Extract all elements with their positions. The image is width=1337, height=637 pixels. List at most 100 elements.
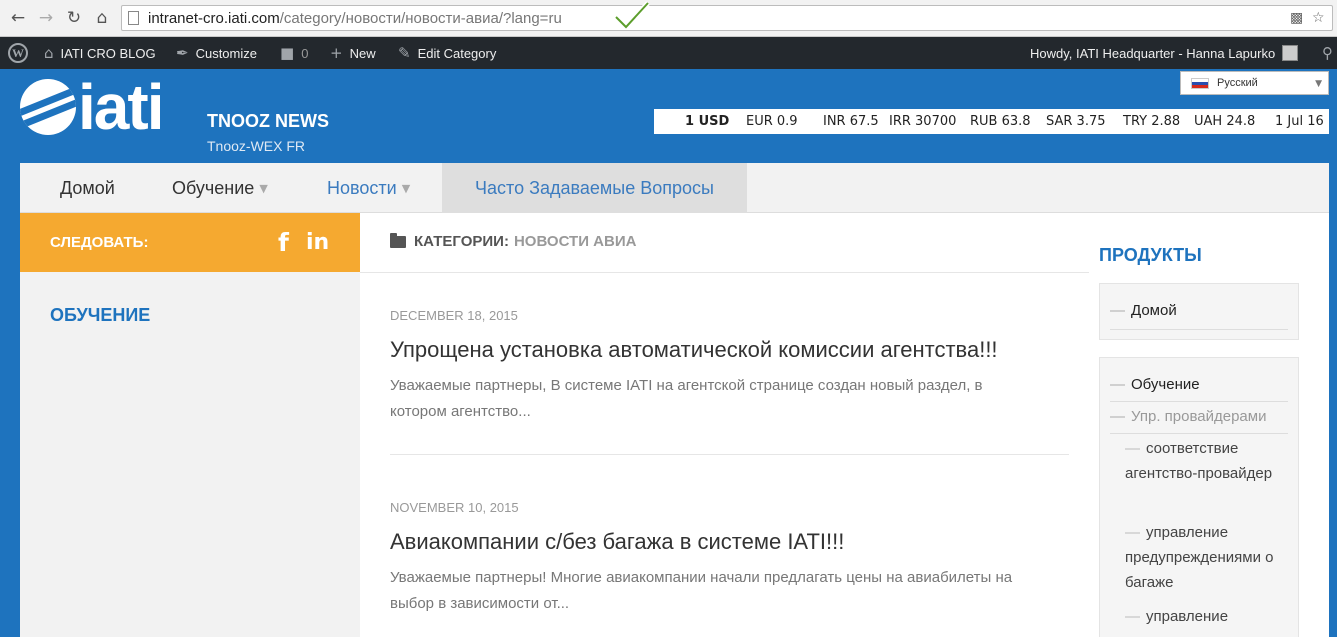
post-date: NOVEMBER 10, 2015 [390,500,519,515]
bookmark-star-icon[interactable]: ☆ [1312,10,1325,26]
products-widget: — Домой [1099,283,1299,340]
reload-icon[interactable]: ↻ [62,6,86,30]
widget-item-providers[interactable]: — Упр. провайдерами [1110,408,1266,425]
chevron-down-icon: ▼ [259,181,268,195]
widget-item-training[interactable]: — Обучение [1110,376,1200,393]
menu-item-faq[interactable]: Часто Задаваемые Вопросы [442,163,747,213]
site-name-button[interactable]: ⌂ IATI CRO BLOG [44,37,156,69]
post-date: DECEMBER 18, 2015 [390,308,518,323]
address-bar[interactable]: intranet-cro.iati.com/category/новости/н… [121,1,1333,31]
divider [1110,329,1288,330]
menu-label: Домой [60,177,115,198]
comment-icon: ■ [280,44,295,62]
menu-label: Обучение [172,177,255,198]
my-account-button[interactable]: Howdy, IATI Headquarter - Hanna Lapurko [1030,37,1299,69]
edit-category-button[interactable]: ✎ Edit Category [398,37,496,69]
widget-subitem[interactable]: — управление [1125,604,1285,629]
ticker-item: UAH 24.8 [1194,114,1256,129]
widget-item-label: Упр. провайдерами [1131,408,1267,425]
wordpress-icon: W [8,43,28,63]
widget-subitem-label: соответствие агентство-провайдер [1125,440,1273,482]
chevron-down-icon: ▼ [1315,79,1322,89]
content-area: СЛЕДОВАТЬ: f in ОБУЧЕНИЕ КАТЕГОРИИ: НОВО… [20,213,1329,637]
brush-icon: ✒ [176,44,189,62]
widget-subitem[interactable]: — соответствие агентство-провайдер [1125,436,1285,486]
site-title[interactable]: TNOOZ NEWS [207,111,329,132]
products-heading: ПРОДУКТЫ [1099,245,1202,265]
widget-item-home[interactable]: — Домой [1110,302,1177,319]
search-icon: ⚲ [1322,44,1333,62]
post-title-link[interactable]: Упрощена установка автоматической комисс… [390,337,998,363]
linkedin-icon[interactable]: in [306,230,329,255]
widget-subitem-label: управление [1146,608,1229,625]
menu-item-training[interactable]: Обучение ▼ [172,163,268,213]
training-widget: — Обучение — Упр. провайдерами — соответств… [1099,357,1299,637]
right-sidebar: ПРОДУКТЫ — Домой — Обучение — Упр. провайде… [1089,213,1329,637]
browser-toolbar: ← → ↻ ⌂ intranet-cro.iati.com/category/н… [0,0,1337,37]
comments-button[interactable]: ■ 0 [280,37,308,69]
site-logo[interactable]: iati [20,71,164,143]
admin-bar: W ⌂ IATI CRO BLOG ✒ Customize ■ 0 + New … [0,37,1337,69]
ticker-item: SAR 3.75 [1046,114,1106,129]
ticker-item: IRR 30700 [889,114,957,129]
customize-label: Customize [195,45,257,61]
post-excerpt: Уважаемые партнеры, В системе IATI на аг… [390,377,983,420]
wordpress-logo-button[interactable]: W [8,37,28,69]
currency-ticker: 1 USD EUR 0.9 INR 67.5 IRR 30700 RUB 63.… [654,109,1329,134]
divider [360,272,1089,273]
divider [390,454,1069,455]
comments-count: 0 [301,45,309,61]
plus-icon: + [330,44,343,62]
widget-item-label: Домой [1131,302,1177,319]
ticker-item: TRY 2.88 [1123,114,1181,129]
globe-icon [20,79,76,135]
category-heading: КАТЕГОРИИ: НОВОСТИ АВИА [390,232,637,250]
checkmark-icon [614,1,650,30]
brand-wordmark: iati [78,71,164,143]
menu-item-news[interactable]: Новости ▼ [327,163,410,213]
divider [1110,401,1288,402]
page-icon [128,11,139,25]
folder-icon [390,232,406,248]
post-excerpt: Уважаемые партнеры! Многие авиакомпании … [390,569,1013,612]
ticker-item: RUB 63.8 [970,114,1031,129]
follow-label: СЛЕДОВАТЬ: [50,234,149,251]
category-prefix: КАТЕГОРИИ: [414,233,509,250]
chevron-down-icon: ▼ [401,181,411,195]
home-icon: ⌂ [44,44,54,62]
menu-label: Часто Задаваемые Вопросы [475,177,714,198]
ticker-base: 1 USD [685,114,730,129]
site-name-label: IATI CRO BLOG [60,45,156,61]
widget-subitem[interactable]: — управление предупреждениями о багаже [1125,520,1285,595]
menu-label: Новости [327,177,397,198]
ticker-date: 1 Jul 16 [1275,114,1324,129]
widget-subitem-label: управление предупреждениями о багаже [1125,524,1274,591]
post-title-link[interactable]: Авиакомпании с/без багажа в системе IATI… [390,529,844,555]
avatar [1282,45,1299,61]
main-menu: Домой Обучение ▼ Новости ▼ Часто Задаваемы… [20,163,1329,213]
howdy-label: Howdy, IATI Headquarter - Hanna Lapurko [1030,45,1276,61]
forward-arrow-icon[interactable]: → [34,6,58,30]
left-sidebar-heading: ОБУЧЕНИЕ [50,305,151,325]
new-content-button[interactable]: + New [330,37,376,69]
search-button[interactable]: ⚲ [1322,37,1333,69]
follow-bar: СЛЕДОВАТЬ: f in [20,213,360,272]
edit-category-label: Edit Category [417,45,497,61]
divider [1110,433,1288,434]
site-description: Tnooz-WEX FR [207,138,306,154]
home-icon[interactable]: ⌂ [90,6,114,30]
address-url: intranet-cro.iati.com/category/новости/н… [148,10,562,27]
menu-item-home[interactable]: Домой [60,163,115,213]
language-label: Русский [1217,77,1258,89]
russian-flag-icon [1191,77,1209,89]
widget-item-label: Обучение [1131,376,1200,393]
ticker-item: EUR 0.9 [746,114,798,129]
back-arrow-icon[interactable]: ← [6,6,30,30]
category-name: НОВОСТИ АВИА [513,233,637,250]
customize-button[interactable]: ✒ Customize [176,37,257,69]
facebook-icon[interactable]: f [278,228,289,257]
new-label: New [349,45,376,61]
translate-icon[interactable]: ▩ [1290,10,1303,26]
site-header: iati TNOOZ NEWS Tnooz-WEX FR Русский ▼ 1… [0,69,1337,163]
language-select[interactable]: Русский ▼ [1180,71,1329,95]
